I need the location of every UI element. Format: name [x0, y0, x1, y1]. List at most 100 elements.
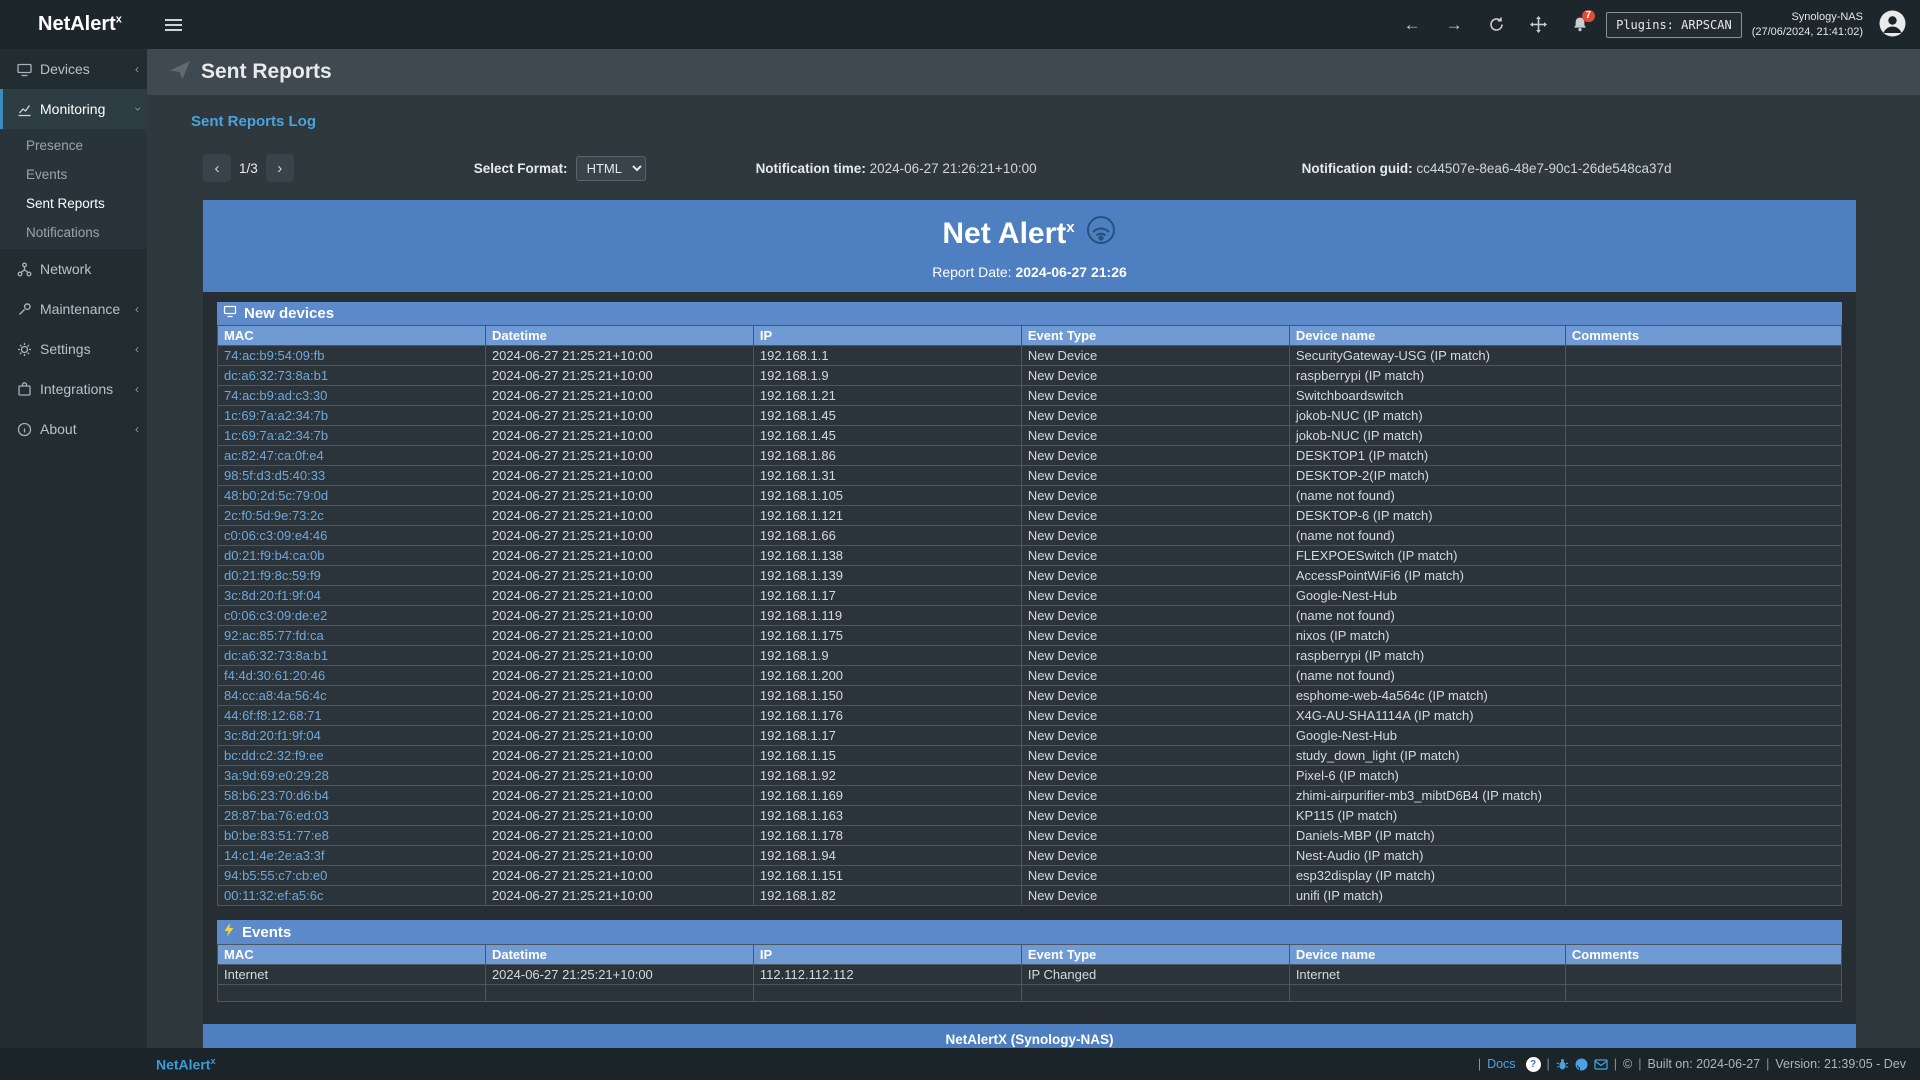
brand-sup: x [116, 13, 122, 25]
table-cell: 1c:69:7a:a2:34:7b [218, 406, 486, 426]
mac-address-link[interactable]: 3c:8d:20:f1:9f:04 [224, 728, 321, 743]
table-cell: 2024-06-27 21:25:21+10:00 [485, 666, 753, 686]
mac-address-link[interactable]: 3a:9d:69:e0:29:28 [224, 768, 329, 783]
sidebar-item-about[interactable]: About ‹ [0, 409, 147, 449]
nav-forward-button[interactable]: → [1438, 9, 1470, 41]
mac-address-link[interactable]: 00:11:32:ef:a5:6c [224, 888, 324, 903]
sidebar-item-sent-reports[interactable]: Sent Reports [0, 189, 147, 218]
table-row: dc:a6:32:73:8a:b1 2024-06-27 21:25:21+10:… [218, 366, 1842, 386]
github-icon[interactable] [1575, 1058, 1588, 1071]
prev-page-button[interactable]: ‹ [203, 154, 231, 182]
sidebar-item-integrations[interactable]: Integrations ‹ [0, 369, 147, 409]
table-cell: 3a:9d:69:e0:29:28 [218, 766, 486, 786]
bug-report-icon[interactable] [1556, 1058, 1569, 1071]
table-cell: 192.168.1.45 [753, 426, 1021, 446]
move-button[interactable] [1522, 9, 1554, 41]
mac-address-link[interactable]: 94:b5:55:c7:cb:e0 [224, 868, 327, 883]
docs-link[interactable]: Docs [1487, 1057, 1515, 1071]
mac-address-link[interactable]: 74:ac:b9:54:09:fb [224, 348, 324, 363]
table-cell: study_down_light (IP match) [1289, 746, 1565, 766]
table-cell: f4:4d:30:61:20:46 [218, 666, 486, 686]
mac-address-link[interactable]: 14:c1:4e:2e:a3:3f [224, 848, 324, 863]
table-cell: 2024-06-27 21:25:21+10:00 [485, 366, 753, 386]
mac-address-link[interactable]: 1c:69:7a:a2:34:7b [224, 428, 328, 443]
table-cell: 2024-06-27 21:25:21+10:00 [485, 965, 753, 985]
report-title: Net Alertx [942, 214, 1116, 254]
nav-back-button[interactable]: ← [1396, 9, 1428, 41]
sidebar-item-devices[interactable]: Devices ‹ [0, 49, 147, 89]
puzzle-icon [17, 382, 32, 397]
table-cell: dc:a6:32:73:8a:b1 [218, 646, 486, 666]
report-preview: Net Alertx Report Date: 2024-06-27 21:26… [203, 200, 1856, 1078]
table-cell: 2024-06-27 21:25:21+10:00 [485, 706, 753, 726]
mac-address-link[interactable]: 3c:8d:20:f1:9f:04 [224, 588, 321, 603]
mac-address-link[interactable]: dc:a6:32:73:8a:b1 [224, 648, 328, 663]
table-cell: New Device [1021, 726, 1289, 746]
footer-brand-link[interactable]: NetAlertx [156, 1056, 215, 1073]
mac-address-link[interactable]: 44:6f:f8:12:68:71 [224, 708, 322, 723]
mac-address-link[interactable]: 98:5f:d3:d5:40:33 [224, 468, 325, 483]
sidebar-item-settings[interactable]: Settings ‹ [0, 329, 147, 369]
user-avatar[interactable] [1879, 10, 1906, 40]
table-cell: ac:82:47:ca:0f:e4 [218, 446, 486, 466]
sidebar-item-label: Integrations [40, 381, 113, 397]
sidebar-item-presence[interactable]: Presence [0, 131, 147, 160]
mac-address-link[interactable]: 58:b6:23:70:d6:b4 [224, 788, 329, 803]
table-cell [1565, 826, 1841, 846]
sidebar-item-notifications[interactable]: Notifications [0, 218, 147, 247]
mac-address-link[interactable]: d0:21:f9:8c:59:f9 [224, 568, 321, 583]
mac-address-link[interactable]: bc:dd:c2:32:f9:ee [224, 748, 324, 763]
sent-reports-log-link[interactable]: Sent Reports Log [191, 113, 316, 130]
table-cell [218, 985, 486, 1002]
mac-address-link[interactable]: 74:ac:b9:ad:c3:30 [224, 388, 327, 403]
lightning-bolt-icon [223, 923, 235, 941]
mac-address-link[interactable]: ac:82:47:ca:0f:e4 [224, 448, 324, 463]
navbar-right: ← → 7 Plugins: ARPSCAN Synology-NAS (27/… [1396, 9, 1920, 41]
brand-logo[interactable]: NetAlertx [0, 13, 150, 36]
table-row: 58:b6:23:70:d6:b4 2024-06-27 21:25:21+10:… [218, 786, 1842, 806]
sidebar-item-network[interactable]: Network [0, 249, 147, 289]
mac-address-link[interactable]: f4:4d:30:61:20:46 [224, 668, 325, 683]
mac-address-link[interactable]: 48:b0:2d:5c:79:0d [224, 488, 328, 503]
column-header: IP [753, 326, 1021, 346]
next-page-button[interactable]: › [266, 154, 294, 182]
table-cell: 00:11:32:ef:a5:6c [218, 886, 486, 906]
mac-address-link[interactable]: 92:ac:85:77:fd:ca [224, 628, 324, 643]
table-cell: 2024-06-27 21:25:21+10:00 [485, 786, 753, 806]
docs-question-icon[interactable]: ? [1526, 1057, 1541, 1072]
sidebar-item-events[interactable]: Events [0, 160, 147, 189]
format-select[interactable]: HTML [576, 156, 646, 181]
table-cell: 44:6f:f8:12:68:71 [218, 706, 486, 726]
copyright-icon[interactable]: © [1623, 1057, 1632, 1071]
events-table: MACDatetimeIPEvent TypeDevice nameCommen… [217, 944, 1842, 1002]
table-cell: 28:87:ba:76:ed:03 [218, 806, 486, 826]
mac-address-link[interactable]: d0:21:f9:b4:ca:0b [224, 548, 324, 563]
table-cell: New Device [1021, 746, 1289, 766]
table-cell: New Device [1021, 406, 1289, 426]
notification-guid-value: cc44507e-8ea6-48e7-90c1-26de548ca37d [1416, 161, 1671, 176]
mac-address-link[interactable]: 28:87:ba:76:ed:03 [224, 808, 329, 823]
sidebar-item-monitoring[interactable]: Monitoring ‹ [0, 89, 147, 129]
table-cell: New Device [1021, 766, 1289, 786]
table-cell: 192.168.1.21 [753, 386, 1021, 406]
mail-icon[interactable] [1594, 1059, 1608, 1070]
table-row: 3a:9d:69:e0:29:282024-06-27 21:25:21+10:… [218, 766, 1842, 786]
mac-address-link[interactable]: c0:06:c3:09:e4:46 [224, 528, 327, 543]
sidebar-toggle-button[interactable] [150, 0, 196, 49]
table-row: 92:ac:85:77:fd:ca2024-06-27 21:25:21+10:… [218, 626, 1842, 646]
refresh-button[interactable] [1480, 9, 1512, 41]
mac-address-link[interactable]: 1c:69:7a:a2:34:7b [224, 408, 328, 423]
sidebar-item-maintenance[interactable]: Maintenance ‹ [0, 289, 147, 329]
mac-address-link[interactable]: dc:a6:32:73:8a:b1 [224, 368, 328, 383]
table-cell [1565, 746, 1841, 766]
mac-address-link[interactable]: c0:06:c3:09:de:e2 [224, 608, 327, 623]
chevron-left-icon: ‹ [135, 62, 139, 76]
mac-address-link[interactable]: 84:cc:a8:4a:56:4c [224, 688, 327, 703]
plugins-status-button[interactable]: Plugins: ARPSCAN [1606, 12, 1742, 38]
mac-address-link[interactable]: b0:be:83:51:77:e8 [224, 828, 329, 843]
mac-address-link[interactable]: 2c:f0:5d:9e:73:2c [224, 508, 324, 523]
table-cell: 74:ac:b9:ad:c3:30 [218, 386, 486, 406]
table-cell [1565, 446, 1841, 466]
notifications-bell-button[interactable]: 7 [1564, 9, 1596, 41]
table-cell [1565, 426, 1841, 446]
